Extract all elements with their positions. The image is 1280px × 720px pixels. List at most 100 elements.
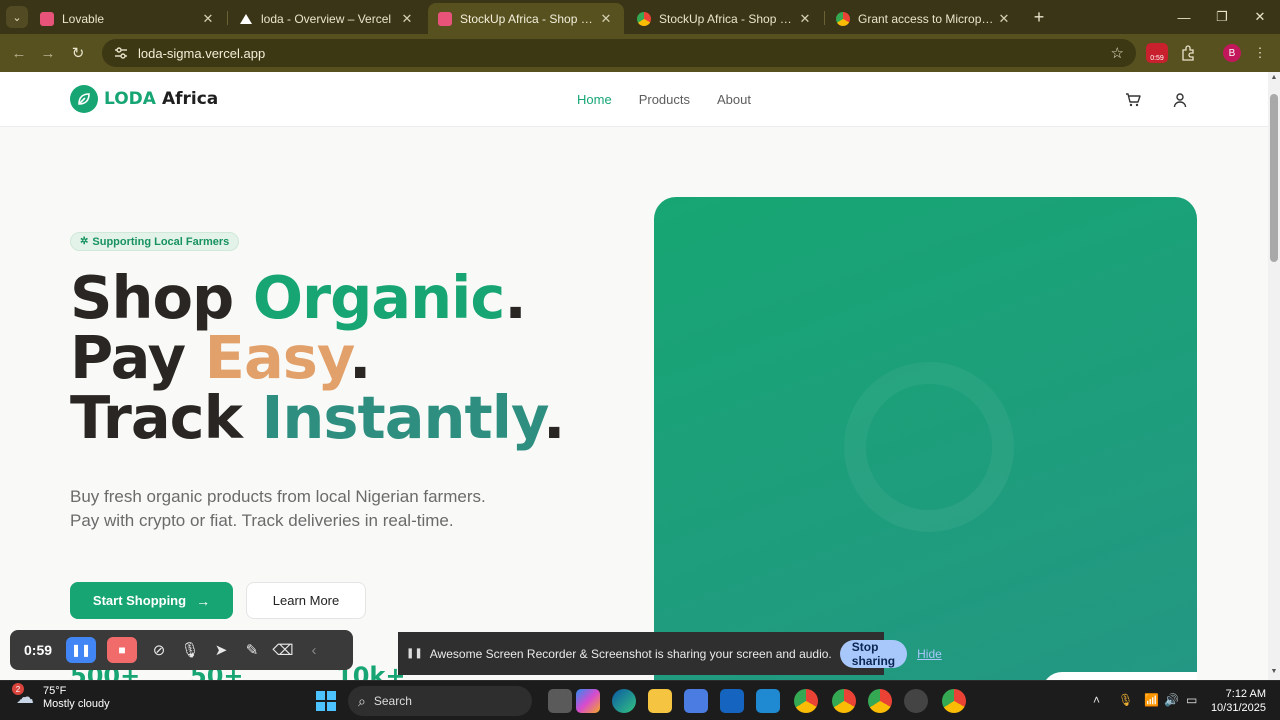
start-shopping-button[interactable]: Start Shopping → bbox=[70, 582, 233, 619]
badge-label: Supporting Local Farmers bbox=[92, 235, 230, 248]
pointer-tool-icon[interactable]: ➤ bbox=[210, 639, 232, 661]
outlook-icon[interactable] bbox=[720, 689, 744, 713]
headline-period: . bbox=[348, 323, 371, 392]
stockup-favicon-icon bbox=[438, 11, 452, 26]
camera-off-icon[interactable]: ⊘ bbox=[148, 639, 170, 661]
close-icon[interactable]: ✕ bbox=[200, 11, 216, 27]
tab-title: StockUp Africa - Shop Organic bbox=[460, 11, 598, 26]
file-explorer-icon[interactable] bbox=[648, 689, 672, 713]
cloud-icon: ☁ 2 bbox=[12, 683, 38, 709]
restore-button[interactable]: ❐ bbox=[1204, 0, 1240, 34]
store-icon[interactable] bbox=[684, 689, 708, 713]
wifi-icon[interactable]: 📶 bbox=[1144, 693, 1159, 707]
nav-about[interactable]: About bbox=[717, 92, 751, 107]
browser-tab-strip: ⌄ Lovable ✕ loda - Overview – Vercel ✕ S… bbox=[0, 0, 1280, 34]
tab-grant-access[interactable]: Grant access to Microphone/Ca ✕ bbox=[826, 3, 1022, 34]
close-icon[interactable]: ✕ bbox=[399, 11, 415, 27]
pause-recording-button[interactable]: ❚❚ bbox=[66, 637, 96, 663]
bookmark-star-icon[interactable]: ☆ bbox=[1111, 44, 1124, 62]
chrome-profile-icon[interactable] bbox=[832, 689, 856, 713]
stop-recording-button[interactable]: ■ bbox=[107, 637, 137, 663]
close-icon[interactable]: ✕ bbox=[797, 11, 813, 27]
recorder-control-bar: 0:59 ❚❚ ■ ⊘ 🎙 ➤ ✎ ⌫ ‹ bbox=[10, 630, 353, 670]
faded-leaf-icon bbox=[844, 362, 1014, 532]
eraser-tool-icon[interactable]: ⌫ bbox=[272, 639, 294, 661]
taskbar-clock[interactable]: 7:12 AM 10/31/2025 bbox=[1208, 687, 1266, 715]
windows-start-icon[interactable] bbox=[316, 691, 336, 711]
headline-accent-organic: Organic bbox=[252, 263, 505, 332]
taskbar-search[interactable]: ⌕ Search bbox=[348, 686, 532, 716]
nav-home[interactable]: Home bbox=[577, 92, 612, 107]
tab-divider bbox=[227, 11, 228, 25]
media-player-icon[interactable] bbox=[904, 689, 928, 713]
forward-button[interactable]: → bbox=[37, 42, 59, 64]
chrome-favicon-icon bbox=[637, 11, 651, 26]
weather-temp: 75°F bbox=[43, 685, 67, 697]
site-header: LODA Africa Home Products About bbox=[0, 72, 1268, 127]
chrome-profile-icon[interactable] bbox=[868, 689, 892, 713]
recorder-extension-icon[interactable]: 0:59 bbox=[1146, 43, 1168, 63]
cart-icon[interactable] bbox=[1123, 90, 1143, 110]
vscode-icon[interactable] bbox=[756, 689, 780, 713]
windows-taskbar: ☁ 2 75°F Mostly cloudy ⌕ Search ˄ 🎙 📶 🔊 ▭… bbox=[0, 680, 1280, 720]
tab-lovable[interactable]: Lovable ✕ bbox=[30, 3, 226, 34]
task-view-icon[interactable] bbox=[548, 689, 572, 713]
chrome-active-icon[interactable] bbox=[942, 689, 966, 713]
page-scrollbar[interactable]: ▲ ▼ bbox=[1268, 72, 1280, 680]
learn-more-button[interactable]: Learn More bbox=[246, 582, 366, 619]
floating-card bbox=[1042, 672, 1197, 680]
url-text: loda-sigma.vercel.app bbox=[138, 45, 266, 61]
battery-icon[interactable]: ▭ bbox=[1186, 693, 1197, 707]
screen-share-bar: ❚❚ Awesome Screen Recorder & Screenshot … bbox=[398, 632, 942, 675]
hero-headline: Shop Organic. Pay Easy. Track Instantly. bbox=[70, 268, 565, 448]
hero-description: Buy fresh organic products from local Ni… bbox=[70, 487, 486, 530]
weather-widget[interactable]: ☁ 2 75°F Mostly cloudy bbox=[12, 683, 110, 711]
headline-word: Pay bbox=[70, 323, 205, 392]
extensions-icon[interactable] bbox=[1178, 43, 1198, 63]
address-bar[interactable]: loda-sigma.vercel.app ☆ bbox=[102, 39, 1136, 67]
tab-vercel[interactable]: loda - Overview – Vercel ✕ bbox=[229, 3, 425, 34]
chrome-icon[interactable] bbox=[794, 689, 818, 713]
new-tab-button[interactable]: + bbox=[1028, 6, 1050, 28]
supporting-farmers-badge: ✲ Supporting Local Farmers bbox=[70, 232, 240, 251]
recorder-badge-time: 0:59 bbox=[1150, 55, 1164, 62]
stop-sharing-button[interactable]: Stop sharing bbox=[839, 639, 908, 668]
tab-title: Lovable bbox=[62, 11, 105, 26]
profile-initial: B bbox=[1228, 47, 1236, 59]
browser-menu-icon[interactable]: ⋮ bbox=[1250, 43, 1270, 63]
main-nav: Home Products About bbox=[577, 92, 751, 107]
close-icon[interactable]: ✕ bbox=[996, 11, 1012, 27]
logo-text-loda: LODA bbox=[104, 89, 156, 109]
pen-tool-icon[interactable]: ✎ bbox=[241, 639, 263, 661]
profile-avatar[interactable]: B bbox=[1223, 44, 1241, 62]
chrome-favicon-icon bbox=[836, 11, 850, 26]
scrollbar-thumb[interactable] bbox=[1270, 94, 1278, 262]
copilot-icon[interactable] bbox=[576, 689, 600, 713]
hide-share-bar-link[interactable]: Hide bbox=[917, 647, 942, 661]
close-icon[interactable]: ✕ bbox=[598, 11, 614, 27]
tab-stockup[interactable]: StockUp Africa - Shop Organic ✕ bbox=[627, 3, 823, 34]
close-window-button[interactable]: ✕ bbox=[1242, 0, 1278, 34]
leaf-logo-icon bbox=[70, 85, 98, 113]
nav-products[interactable]: Products bbox=[639, 92, 690, 107]
site-logo[interactable]: LODA Africa bbox=[70, 85, 218, 113]
site-settings-icon[interactable] bbox=[114, 46, 128, 60]
tray-overflow-chevron-icon[interactable]: ˄ bbox=[1093, 693, 1100, 707]
headline-accent-easy: Easy bbox=[204, 323, 350, 392]
reload-button[interactable]: ↻ bbox=[67, 42, 89, 64]
weather-alert-count: 2 bbox=[12, 683, 24, 695]
minimize-button[interactable]: — bbox=[1166, 0, 1202, 34]
edge-icon[interactable] bbox=[612, 689, 636, 713]
tab-stockup-active[interactable]: StockUp Africa - Shop Organic ✕ bbox=[428, 3, 624, 34]
scroll-down-icon[interactable]: ▼ bbox=[1268, 668, 1280, 675]
recording-timer: 0:59 bbox=[24, 642, 53, 658]
mic-in-use-icon[interactable]: 🎙 bbox=[1118, 693, 1133, 707]
tab-search-button[interactable]: ⌄ bbox=[6, 6, 28, 28]
microphone-icon[interactable]: 🎙 bbox=[179, 639, 201, 661]
user-icon[interactable] bbox=[1170, 90, 1190, 110]
scroll-up-icon[interactable]: ▲ bbox=[1268, 74, 1280, 81]
back-button[interactable]: ← bbox=[8, 42, 30, 64]
pause-indicator-icon: ❚❚ bbox=[406, 648, 423, 659]
collapse-chevron-icon[interactable]: ‹ bbox=[303, 639, 325, 661]
volume-icon[interactable]: 🔊 bbox=[1164, 693, 1179, 707]
